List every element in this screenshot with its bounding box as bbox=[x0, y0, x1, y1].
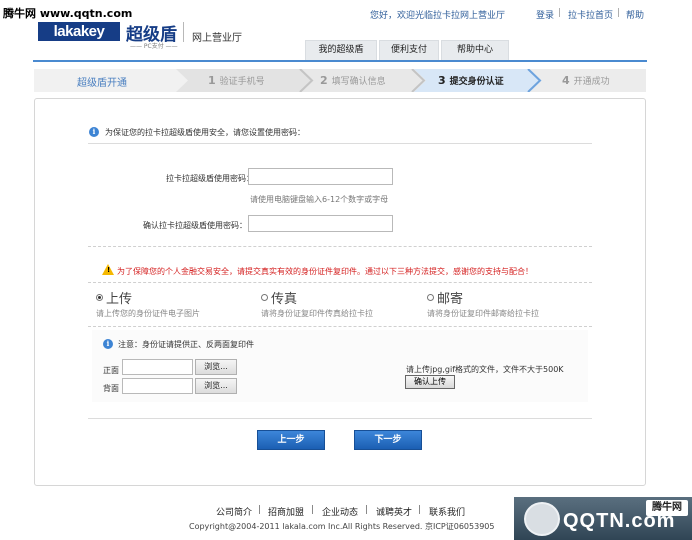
footer-separator: | bbox=[418, 505, 422, 515]
back-browse-button[interactable]: 浏览... bbox=[195, 378, 237, 394]
divider bbox=[88, 418, 592, 419]
prev-step-button[interactable]: 上一步 bbox=[257, 430, 325, 450]
method-title: 邮寄 bbox=[437, 292, 464, 307]
product-subtitle: —— PC支付 —— bbox=[130, 43, 178, 50]
greeting-text: 您好，欢迎光临拉卡拉网上营业厅 bbox=[370, 11, 506, 21]
step-1: 1 验证手机号 bbox=[176, 69, 265, 92]
method-upload[interactable]: 上传 请上传您的身份证件电子图片 bbox=[96, 288, 200, 319]
step-label: 填写确认信息 bbox=[331, 77, 386, 87]
method-desc: 请将身份证复印件邮寄给拉卡拉 bbox=[427, 309, 539, 318]
warning-text: 为了保障您的个人金融交易安全，请提交真实有效的身份证件复印件。通过以下三种方法提… bbox=[117, 267, 533, 276]
front-file-input[interactable] bbox=[122, 359, 193, 375]
confirm-upload-button[interactable]: 确认上传 bbox=[405, 375, 455, 389]
method-desc: 请将身份证复印件传真给拉卡拉 bbox=[261, 309, 373, 318]
header-divider bbox=[183, 22, 184, 42]
qqtn-logo-icon bbox=[524, 502, 560, 536]
front-label: 正面 bbox=[103, 366, 119, 375]
footer-link-jobs[interactable]: 诚聘英才 bbox=[376, 505, 412, 518]
link-separator: | bbox=[558, 8, 562, 18]
mail-radio[interactable] bbox=[427, 294, 434, 301]
upload-notice: 注意：身份证请提供正、反两面复印件 bbox=[118, 340, 254, 349]
step-number: 4 bbox=[562, 74, 570, 87]
footer-link-contact[interactable]: 联系我们 bbox=[429, 505, 465, 518]
password-label: 拉卡拉超级盾使用密码： bbox=[166, 174, 254, 183]
dashed-divider bbox=[88, 246, 592, 247]
step-label: 提交身份认证 bbox=[449, 77, 504, 87]
footer-separator: | bbox=[311, 505, 315, 515]
copyright: Copyright@2004-2011 lakala.com Inc.All R… bbox=[189, 522, 495, 531]
method-title: 传真 bbox=[271, 292, 298, 307]
method-desc: 请上传您的身份证件电子图片 bbox=[96, 309, 200, 318]
format-hint: 请上传jpg,gif格式的文件，文件不大于500K bbox=[406, 365, 564, 374]
confirm-password-input[interactable] bbox=[248, 215, 393, 232]
method-fax[interactable]: 传真 请将身份证复印件传真给拉卡拉 bbox=[261, 288, 373, 319]
upload-radio[interactable] bbox=[96, 294, 103, 301]
dashed-divider bbox=[88, 282, 592, 283]
lakala-home-link[interactable]: 拉卡拉首页 bbox=[568, 8, 613, 21]
info-icon: i bbox=[89, 127, 99, 137]
step-label: 开通成功 bbox=[573, 77, 610, 87]
warning-icon-mark: ! bbox=[107, 266, 111, 274]
step-4: 4 开通成功 bbox=[530, 69, 610, 92]
steps-title: 超级盾开通 bbox=[77, 78, 127, 89]
tab-my-super-shield[interactable]: 我的超级盾 bbox=[305, 40, 377, 60]
link-separator: | bbox=[617, 8, 621, 18]
lakakey-logo[interactable]: lakakey bbox=[38, 22, 120, 41]
tab-help-center[interactable]: 帮助中心 bbox=[441, 40, 509, 60]
tab-convenient-pay[interactable]: 便利支付 bbox=[379, 40, 439, 60]
header-rule bbox=[33, 60, 647, 62]
step-number: 1 bbox=[208, 74, 216, 87]
front-browse-button[interactable]: 浏览... bbox=[195, 359, 237, 375]
login-link[interactable]: 登录 bbox=[536, 8, 554, 21]
footer-link-news[interactable]: 企业动态 bbox=[322, 505, 358, 518]
next-step-button[interactable]: 下一步 bbox=[354, 430, 422, 450]
qqtn-badge: 腾牛网 bbox=[646, 500, 688, 516]
password-hint: 请使用电脑键盘输入6-12个数字或字母 bbox=[250, 195, 389, 204]
help-link[interactable]: 帮助 bbox=[626, 8, 644, 21]
method-title: 上传 bbox=[106, 292, 133, 307]
confirm-password-label: 确认拉卡拉超级盾使用密码： bbox=[143, 221, 247, 230]
footer-link-about[interactable]: 公司简介 bbox=[216, 505, 252, 518]
step-number: 2 bbox=[320, 74, 328, 87]
step-3: 3 提交身份认证 bbox=[406, 69, 504, 92]
password-intro: 为保证您的拉卡拉超级盾使用安全，请您设置使用密码： bbox=[105, 128, 305, 137]
method-mail[interactable]: 邮寄 请将身份证复印件邮寄给拉卡拉 bbox=[427, 288, 539, 319]
top-links: 您好，欢迎光临拉卡拉网上营业厅 登录 | 拉卡拉首页 | 帮助 bbox=[0, 8, 692, 21]
back-label: 背面 bbox=[103, 384, 119, 393]
divider bbox=[88, 143, 592, 144]
info-icon: i bbox=[103, 339, 113, 349]
step-2: 2 填写确认信息 bbox=[288, 69, 386, 92]
password-input[interactable] bbox=[248, 168, 393, 185]
back-file-input[interactable] bbox=[122, 378, 193, 394]
footer-separator: | bbox=[258, 505, 262, 515]
hall-title: 网上营业厅 bbox=[192, 33, 242, 44]
dashed-divider bbox=[88, 326, 592, 327]
step-label: 验证手机号 bbox=[219, 77, 265, 87]
step-number: 3 bbox=[438, 74, 446, 87]
footer-link-franchise[interactable]: 招商加盟 bbox=[268, 505, 304, 518]
footer-separator: | bbox=[365, 505, 369, 515]
fax-radio[interactable] bbox=[261, 294, 268, 301]
